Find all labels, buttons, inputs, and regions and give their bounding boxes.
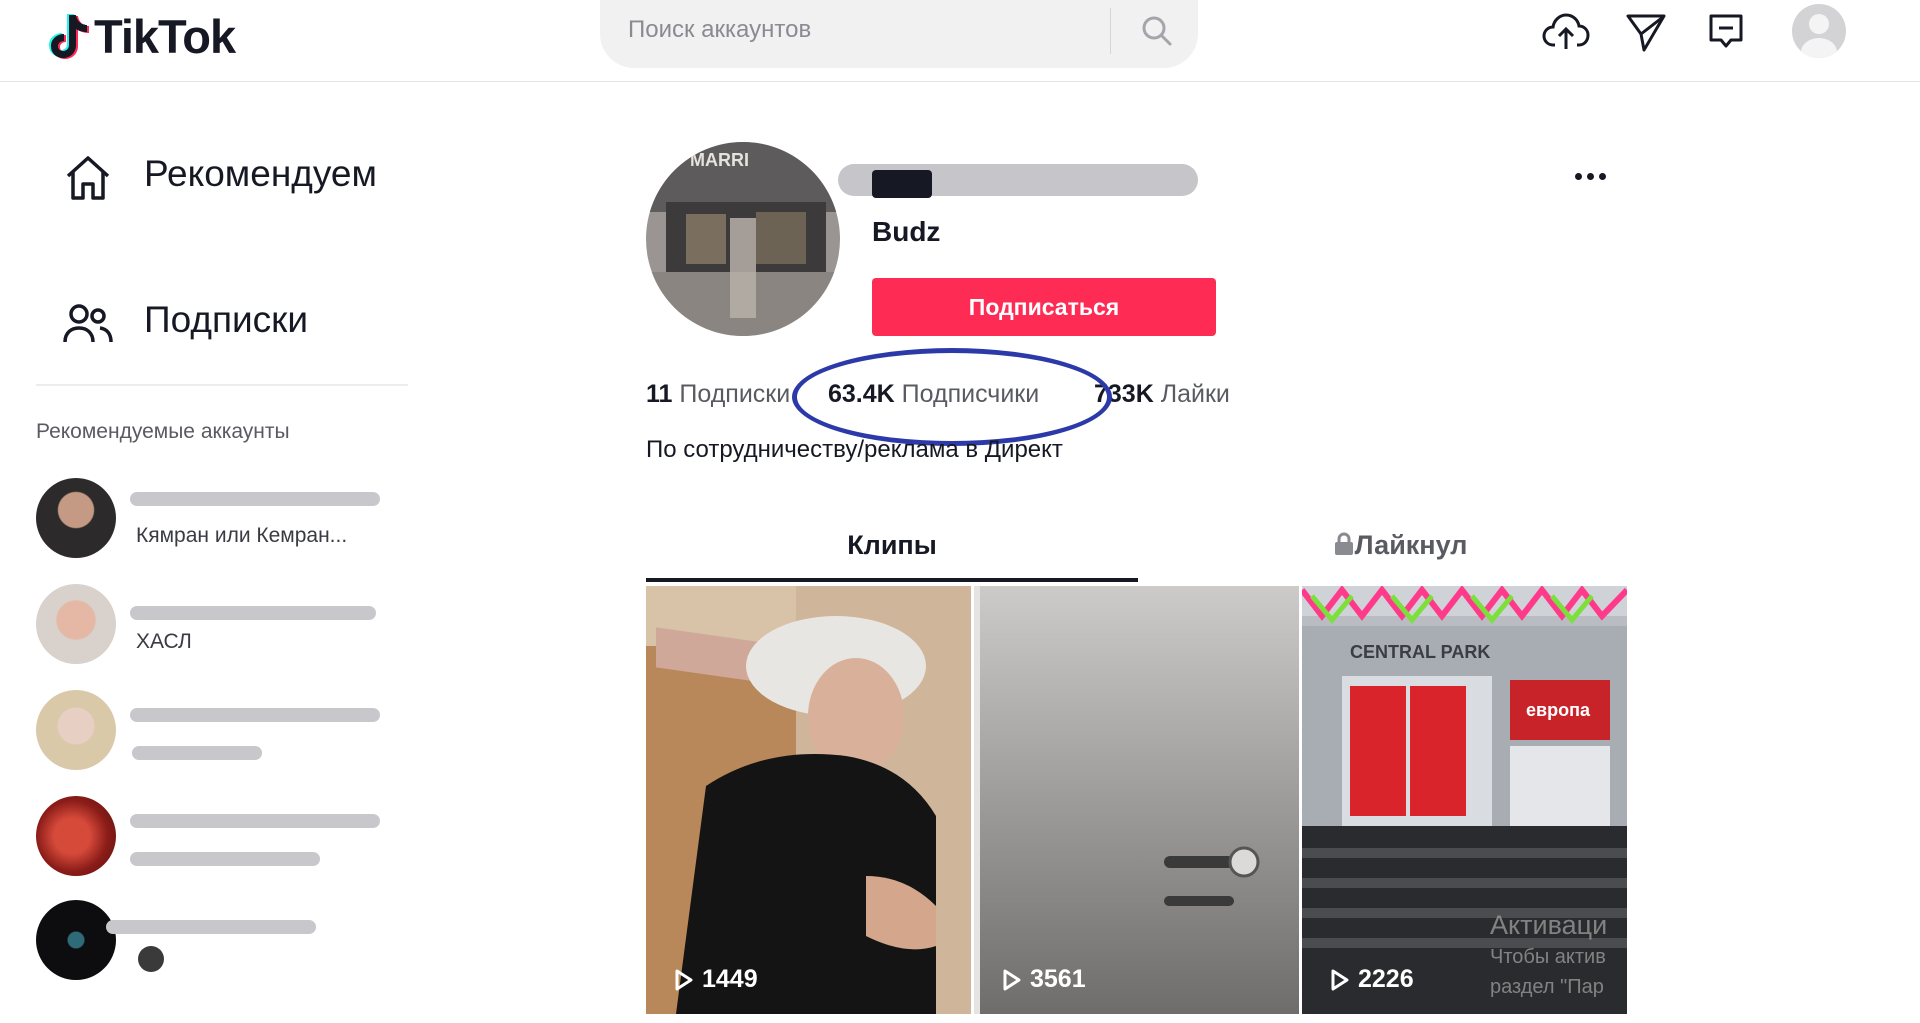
logo-text: TikTok	[94, 9, 236, 63]
tab-liked[interactable]: Лайкнул	[1200, 530, 1600, 561]
more-dot	[1574, 172, 1582, 180]
video-thumbnail	[974, 586, 1299, 1014]
upload-icon	[1542, 13, 1590, 49]
tab-liked-label: Лайкнул	[1354, 530, 1468, 560]
more-dot	[1586, 172, 1594, 180]
view-count: 3561	[1002, 965, 1086, 994]
account-subtitle: Кямран или Кемран...	[136, 524, 348, 547]
avatar	[36, 900, 116, 980]
inbox-button[interactable]	[1698, 6, 1754, 58]
search-bar	[600, 0, 1198, 68]
suggested-account[interactable]: ХАСЛ	[36, 584, 496, 674]
follow-button[interactable]: Подписаться	[872, 278, 1216, 336]
inbox-icon	[1709, 14, 1743, 48]
view-count-value: 1449	[702, 965, 758, 993]
video-card[interactable]: 1449	[646, 586, 971, 1014]
likes-label: Лайки	[1160, 380, 1230, 408]
sidebar-divider	[36, 384, 408, 386]
top-header: TikTok	[0, 0, 1920, 82]
video-thumbnail	[646, 586, 971, 1014]
watermark-line: Чтобы актив	[1490, 946, 1606, 968]
avatar	[36, 690, 116, 770]
following-label: Подписки	[679, 380, 791, 408]
upload-button[interactable]	[1538, 6, 1594, 58]
search-icon	[1142, 16, 1172, 46]
lock-icon	[1334, 532, 1353, 555]
play-icon	[1003, 969, 1021, 990]
suggested-account[interactable]	[36, 690, 496, 780]
search-button[interactable]	[1132, 6, 1182, 56]
svg-text:европа: европа	[1526, 700, 1591, 720]
nav-recommended[interactable]: Рекомендуем	[60, 150, 384, 206]
recommended-accounts-title: Рекомендуемые аккаунты	[36, 420, 290, 443]
watermark-line: Активаци	[1490, 910, 1608, 940]
suggested-account[interactable]	[36, 796, 496, 886]
following-stat[interactable]: 11 Подписки	[646, 380, 790, 409]
blurred-username	[130, 606, 376, 620]
send-icon	[1626, 14, 1666, 52]
svg-text:MARRI: MARRI	[690, 150, 749, 170]
status-dot	[138, 946, 164, 972]
account-subtitle: ХАСЛ	[136, 630, 192, 653]
likes-stat: 733K Лайки	[1094, 380, 1230, 409]
profile-bio: По сотрудничеству/реклама в Директ	[646, 436, 1063, 463]
search-divider	[1110, 8, 1111, 54]
profile-avatar: MARRI	[646, 142, 840, 336]
windows-activation-watermark: Активаци Чтобы актив раздел "Пар	[1490, 908, 1607, 1002]
view-count-value: 2226	[1358, 965, 1414, 993]
profile-nickname: Budz	[872, 216, 941, 247]
following-icon	[60, 296, 116, 352]
messages-button[interactable]	[1618, 6, 1674, 58]
more-dot	[1598, 172, 1606, 180]
watermark-line: раздел "Пар	[1490, 976, 1604, 998]
view-count: 2226	[1330, 965, 1414, 994]
video-card[interactable]: 3561	[974, 586, 1299, 1014]
view-count-value: 3561	[1030, 965, 1086, 993]
following-count: 11	[646, 380, 673, 408]
blurred-subtitle	[130, 852, 320, 866]
view-count: 1449	[674, 965, 758, 994]
blurred-username	[130, 814, 380, 828]
suggested-account[interactable]	[36, 900, 496, 990]
nav-recommended-label: Рекомендуем	[144, 153, 377, 194]
tiktok-note-icon	[44, 11, 90, 61]
avatar	[36, 796, 116, 876]
svg-text:CENTRAL PARK: CENTRAL PARK	[1350, 642, 1490, 662]
play-icon	[1331, 969, 1349, 990]
tab-clips[interactable]: Клипы	[646, 530, 1138, 561]
suggested-account[interactable]: Кямран или Кемран...	[36, 478, 496, 568]
default-user-icon	[1801, 14, 1837, 58]
tab-active-indicator	[646, 578, 1138, 582]
home-icon	[60, 150, 116, 206]
search-input[interactable]	[628, 8, 1098, 52]
more-options-button[interactable]	[1568, 160, 1612, 192]
play-icon	[675, 969, 693, 990]
nav-following[interactable]: Подписки	[60, 296, 384, 352]
blurred-subtitle	[132, 746, 262, 760]
avatar	[36, 584, 116, 664]
blurred-username	[130, 708, 380, 722]
blurred-username	[106, 920, 316, 934]
avatar	[36, 478, 116, 558]
user-avatar[interactable]	[1792, 4, 1846, 58]
highlight-annotation	[792, 348, 1112, 446]
blurred-username	[130, 492, 380, 506]
username-fragment	[872, 170, 932, 198]
tiktok-logo[interactable]: TikTok	[44, 6, 236, 66]
nav-following-label: Подписки	[144, 299, 309, 340]
